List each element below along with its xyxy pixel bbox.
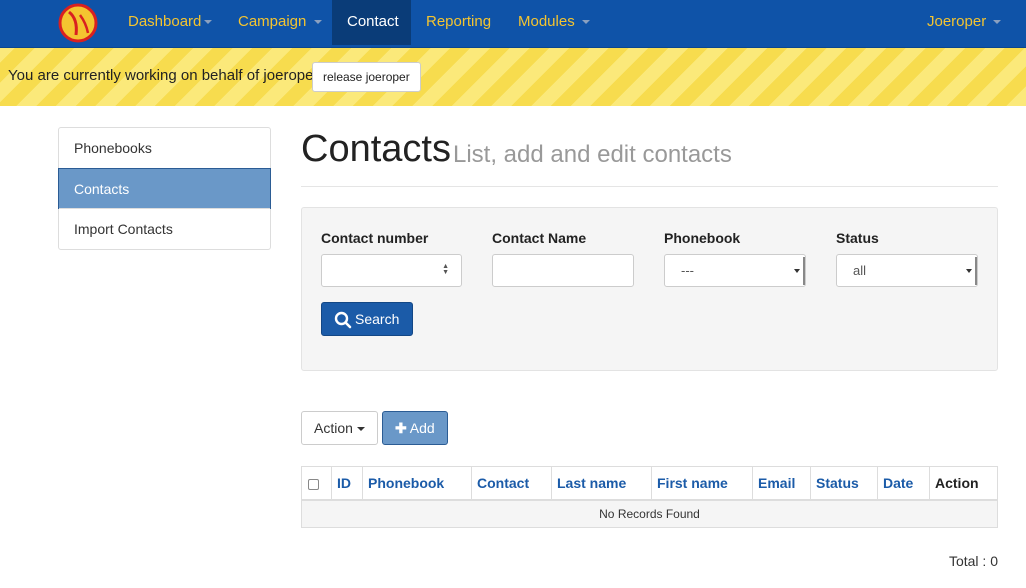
contact-name-input[interactable] <box>492 254 634 287</box>
user-menu-label: Joeroper <box>927 13 987 30</box>
sidebar: Phonebooks Contacts Import Contacts <box>58 127 271 250</box>
select-all-checkbox[interactable] <box>308 478 319 490</box>
impersonation-banner: You are currently working on behalf of j… <box>0 48 1026 106</box>
column-header-status[interactable]: Status <box>810 466 878 501</box>
status-select[interactable]: all <box>836 254 978 287</box>
phonebook-label: Phonebook <box>664 230 741 246</box>
column-header-contact[interactable]: Contact <box>471 466 552 501</box>
nav-contact[interactable]: Contact <box>332 0 411 45</box>
add-button-label: Add <box>409 420 435 436</box>
contact-number-label: Contact number <box>321 230 429 246</box>
search-icon <box>334 311 352 329</box>
table-row: No Records Found <box>301 499 998 528</box>
status-selected: all <box>853 263 867 278</box>
contacts-table: ID Phonebook Contact Last name First nam… <box>301 466 998 528</box>
search-button-label: Search <box>355 311 400 327</box>
select-arrow-icon <box>794 257 805 285</box>
column-header-email[interactable]: Email <box>752 466 811 501</box>
phonebook-selected: --- <box>681 263 694 278</box>
nav-contact-label: Contact <box>347 13 399 30</box>
number-spinner-icon[interactable]: ▲ ▼ <box>442 263 449 276</box>
action-dropdown-button[interactable]: Action <box>301 411 378 445</box>
page-subtitle: List, add and edit contacts <box>453 141 732 168</box>
nav-campaign[interactable]: Campaign <box>238 0 322 45</box>
divider <box>301 186 998 187</box>
contact-number-input[interactable]: ▲ ▼ <box>321 254 462 287</box>
app-logo[interactable] <box>58 3 98 43</box>
chevron-down-icon <box>581 20 590 25</box>
user-menu[interactable]: Joeroper <box>927 0 1002 45</box>
chevron-down-icon <box>356 427 365 432</box>
chevron-down-icon <box>993 20 1002 25</box>
release-user-button[interactable]: release joeroper <box>312 62 421 92</box>
total-count: Total : 0 <box>948 553 998 569</box>
nav-dashboard[interactable]: Dashboard <box>128 0 213 45</box>
banner-text: You are currently working on behalf of j… <box>8 67 322 84</box>
chevron-down-icon <box>313 20 322 25</box>
column-header-last-name[interactable]: Last name <box>551 466 652 501</box>
nav-modules[interactable]: Modules <box>518 0 590 45</box>
column-header-id[interactable]: ID <box>331 466 363 501</box>
nav-modules-label: Modules <box>518 13 575 30</box>
nav-campaign-label: Campaign <box>238 13 307 30</box>
nav-dashboard-label: Dashboard <box>128 13 202 30</box>
nav-reporting[interactable]: Reporting <box>426 0 491 45</box>
chevron-down-icon <box>204 20 213 25</box>
add-contact-button[interactable]: ✚ Add <box>382 411 448 445</box>
search-button[interactable]: Search <box>321 302 413 336</box>
empty-table-message: No Records Found <box>301 499 998 528</box>
sidebar-item-phonebooks[interactable]: Phonebooks <box>59 128 270 169</box>
top-navbar: Dashboard Campaign Contact Reporting Mod… <box>0 0 1026 48</box>
table-header-row: ID Phonebook Contact Last name First nam… <box>301 466 998 501</box>
column-header-first-name[interactable]: First name <box>651 466 753 501</box>
column-header-phonebook[interactable]: Phonebook <box>362 466 472 501</box>
contact-name-label: Contact Name <box>492 230 587 246</box>
select-arrow-icon <box>966 257 977 285</box>
action-button-label: Action <box>314 420 353 436</box>
nav-reporting-label: Reporting <box>426 13 492 30</box>
status-label: Status <box>836 230 879 246</box>
sidebar-item-import-contacts[interactable]: Import Contacts <box>59 208 270 249</box>
column-header-date[interactable]: Date <box>877 466 930 501</box>
phonebook-select[interactable]: --- <box>664 254 806 287</box>
select-all-checkbox-cell <box>301 466 332 501</box>
column-header-action: Action <box>929 466 998 501</box>
plus-icon: ✚ <box>395 420 407 436</box>
page-title: Contacts <box>301 128 451 170</box>
sidebar-item-contacts[interactable]: Contacts <box>58 168 271 209</box>
